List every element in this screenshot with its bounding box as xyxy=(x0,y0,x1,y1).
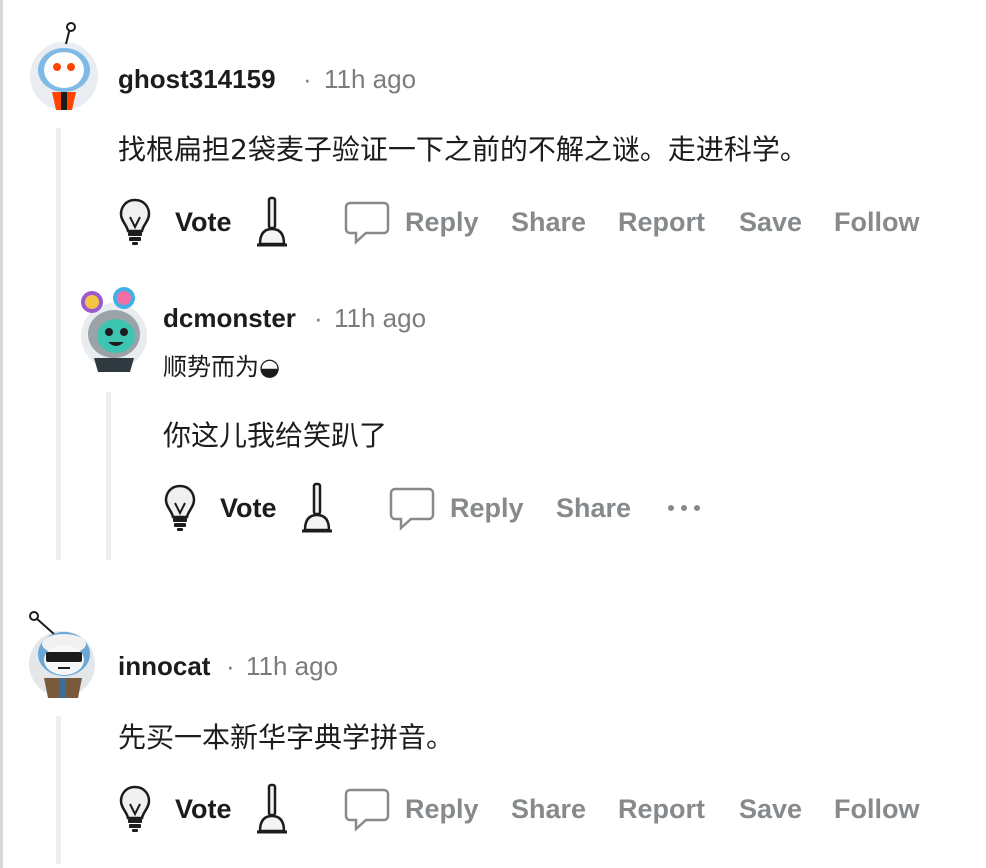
vote-label: Vote xyxy=(220,492,277,523)
share-button[interactable]: Share xyxy=(511,194,586,250)
comment-action-bar: Vote Reply Share Report Save Follow xyxy=(118,194,938,250)
comment-timestamp[interactable]: 11h ago xyxy=(324,64,416,95)
snoo-avatar-icon xyxy=(30,22,98,110)
comment-timestamp[interactable]: 11h ago xyxy=(334,303,426,334)
save-button[interactable]: Save xyxy=(739,781,802,837)
meta-separator: · xyxy=(303,64,312,94)
share-button[interactable]: Share xyxy=(511,781,586,837)
follow-button[interactable]: Follow xyxy=(834,194,919,250)
comment-action-bar: Vote Reply Share Report Save Follow xyxy=(118,781,938,837)
speech-bubble-icon xyxy=(344,201,390,245)
reply-button[interactable]: Reply xyxy=(344,781,479,837)
thread-line[interactable] xyxy=(56,128,61,560)
reply-label: Reply xyxy=(405,206,479,237)
comment-action-bar: Vote Reply Share xyxy=(163,480,723,536)
share-label: Share xyxy=(511,206,587,237)
more-options-icon xyxy=(668,505,674,511)
speech-bubble-icon xyxy=(389,487,435,531)
page-left-border xyxy=(0,0,3,868)
comment-username[interactable]: ghost314159 xyxy=(118,64,276,95)
share-label: Share xyxy=(511,793,587,824)
comment-body: 找根扁担2袋麦子验证一下之前的不解之谜。走进科学。 xyxy=(118,133,808,166)
lightbulb-upvote-icon xyxy=(164,484,196,531)
snoo-avatar-icon xyxy=(81,287,147,372)
follow-label: Follow xyxy=(834,793,920,824)
plunger-downvote-icon xyxy=(302,482,332,533)
upvote-button[interactable] xyxy=(163,480,197,536)
avatar-ghost314159[interactable] xyxy=(28,22,100,112)
save-button[interactable]: Save xyxy=(739,194,802,250)
more-options-button[interactable] xyxy=(668,480,700,536)
reply-button[interactable]: Reply xyxy=(344,194,479,250)
vote-label: Vote xyxy=(175,793,232,824)
follow-button[interactable]: Follow xyxy=(834,781,919,837)
save-label: Save xyxy=(739,206,803,237)
lightbulb-upvote-icon xyxy=(119,198,151,245)
lightbulb-upvote-icon xyxy=(119,785,151,832)
meta-separator: · xyxy=(226,651,235,681)
plunger-downvote-icon xyxy=(257,783,287,834)
comment-username[interactable]: dcmonster xyxy=(163,303,296,334)
comment-body: 先买一本新华字典学拼音。 xyxy=(118,721,455,754)
speech-bubble-icon xyxy=(344,788,390,832)
upvote-button[interactable] xyxy=(118,781,152,837)
plunger-downvote-icon xyxy=(257,196,287,247)
thread-line[interactable] xyxy=(56,716,61,864)
comment-username[interactable]: innocat xyxy=(118,651,210,682)
follow-label: Follow xyxy=(834,206,920,237)
reply-label: Reply xyxy=(450,492,524,523)
reply-button[interactable]: Reply xyxy=(389,480,524,536)
downvote-button[interactable] xyxy=(299,480,335,536)
downvote-button[interactable] xyxy=(254,781,290,837)
upvote-button[interactable] xyxy=(118,194,152,250)
report-label: Report xyxy=(618,793,705,824)
avatar-innocat[interactable] xyxy=(24,608,98,700)
save-label: Save xyxy=(739,793,803,824)
thread-line[interactable] xyxy=(106,392,111,560)
avatar-dcmonster[interactable] xyxy=(80,284,148,374)
reply-label: Reply xyxy=(405,793,479,824)
comment-body: 你这儿我给笑趴了 xyxy=(163,419,388,452)
downvote-button[interactable] xyxy=(254,194,290,250)
share-button[interactable]: Share xyxy=(556,480,631,536)
user-flair: 顺势而为◒ xyxy=(163,353,280,381)
share-label: Share xyxy=(556,492,632,523)
snoo-avatar-icon xyxy=(29,611,95,698)
comment-timestamp[interactable]: 11h ago xyxy=(246,651,338,682)
report-button[interactable]: Report xyxy=(618,194,705,250)
meta-separator: · xyxy=(314,303,323,333)
report-button[interactable]: Report xyxy=(618,781,705,837)
report-label: Report xyxy=(618,206,705,237)
vote-label: Vote xyxy=(175,206,232,237)
